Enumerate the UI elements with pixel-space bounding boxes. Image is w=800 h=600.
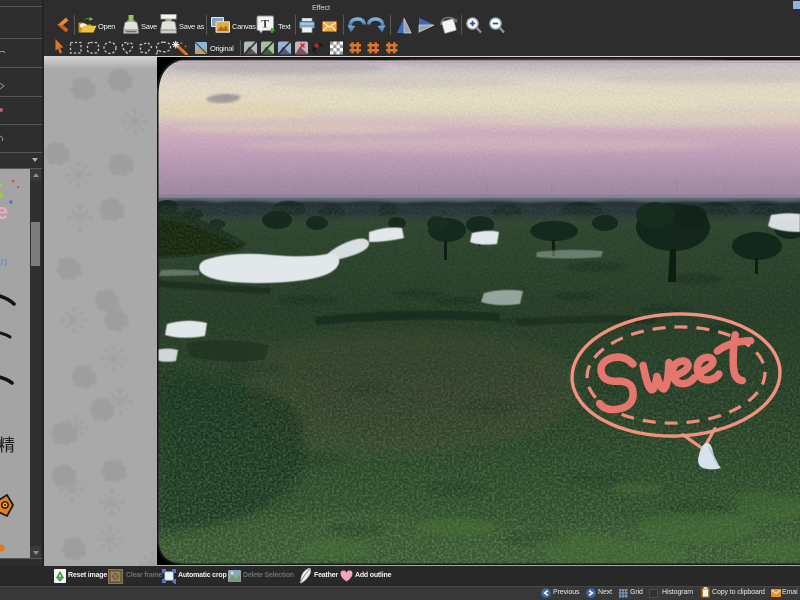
svg-text:T: T [261, 19, 269, 31]
svg-text:精: 精 [0, 436, 15, 455]
svg-text:gn: gn [0, 254, 7, 269]
svg-text:e: e [0, 199, 8, 224]
